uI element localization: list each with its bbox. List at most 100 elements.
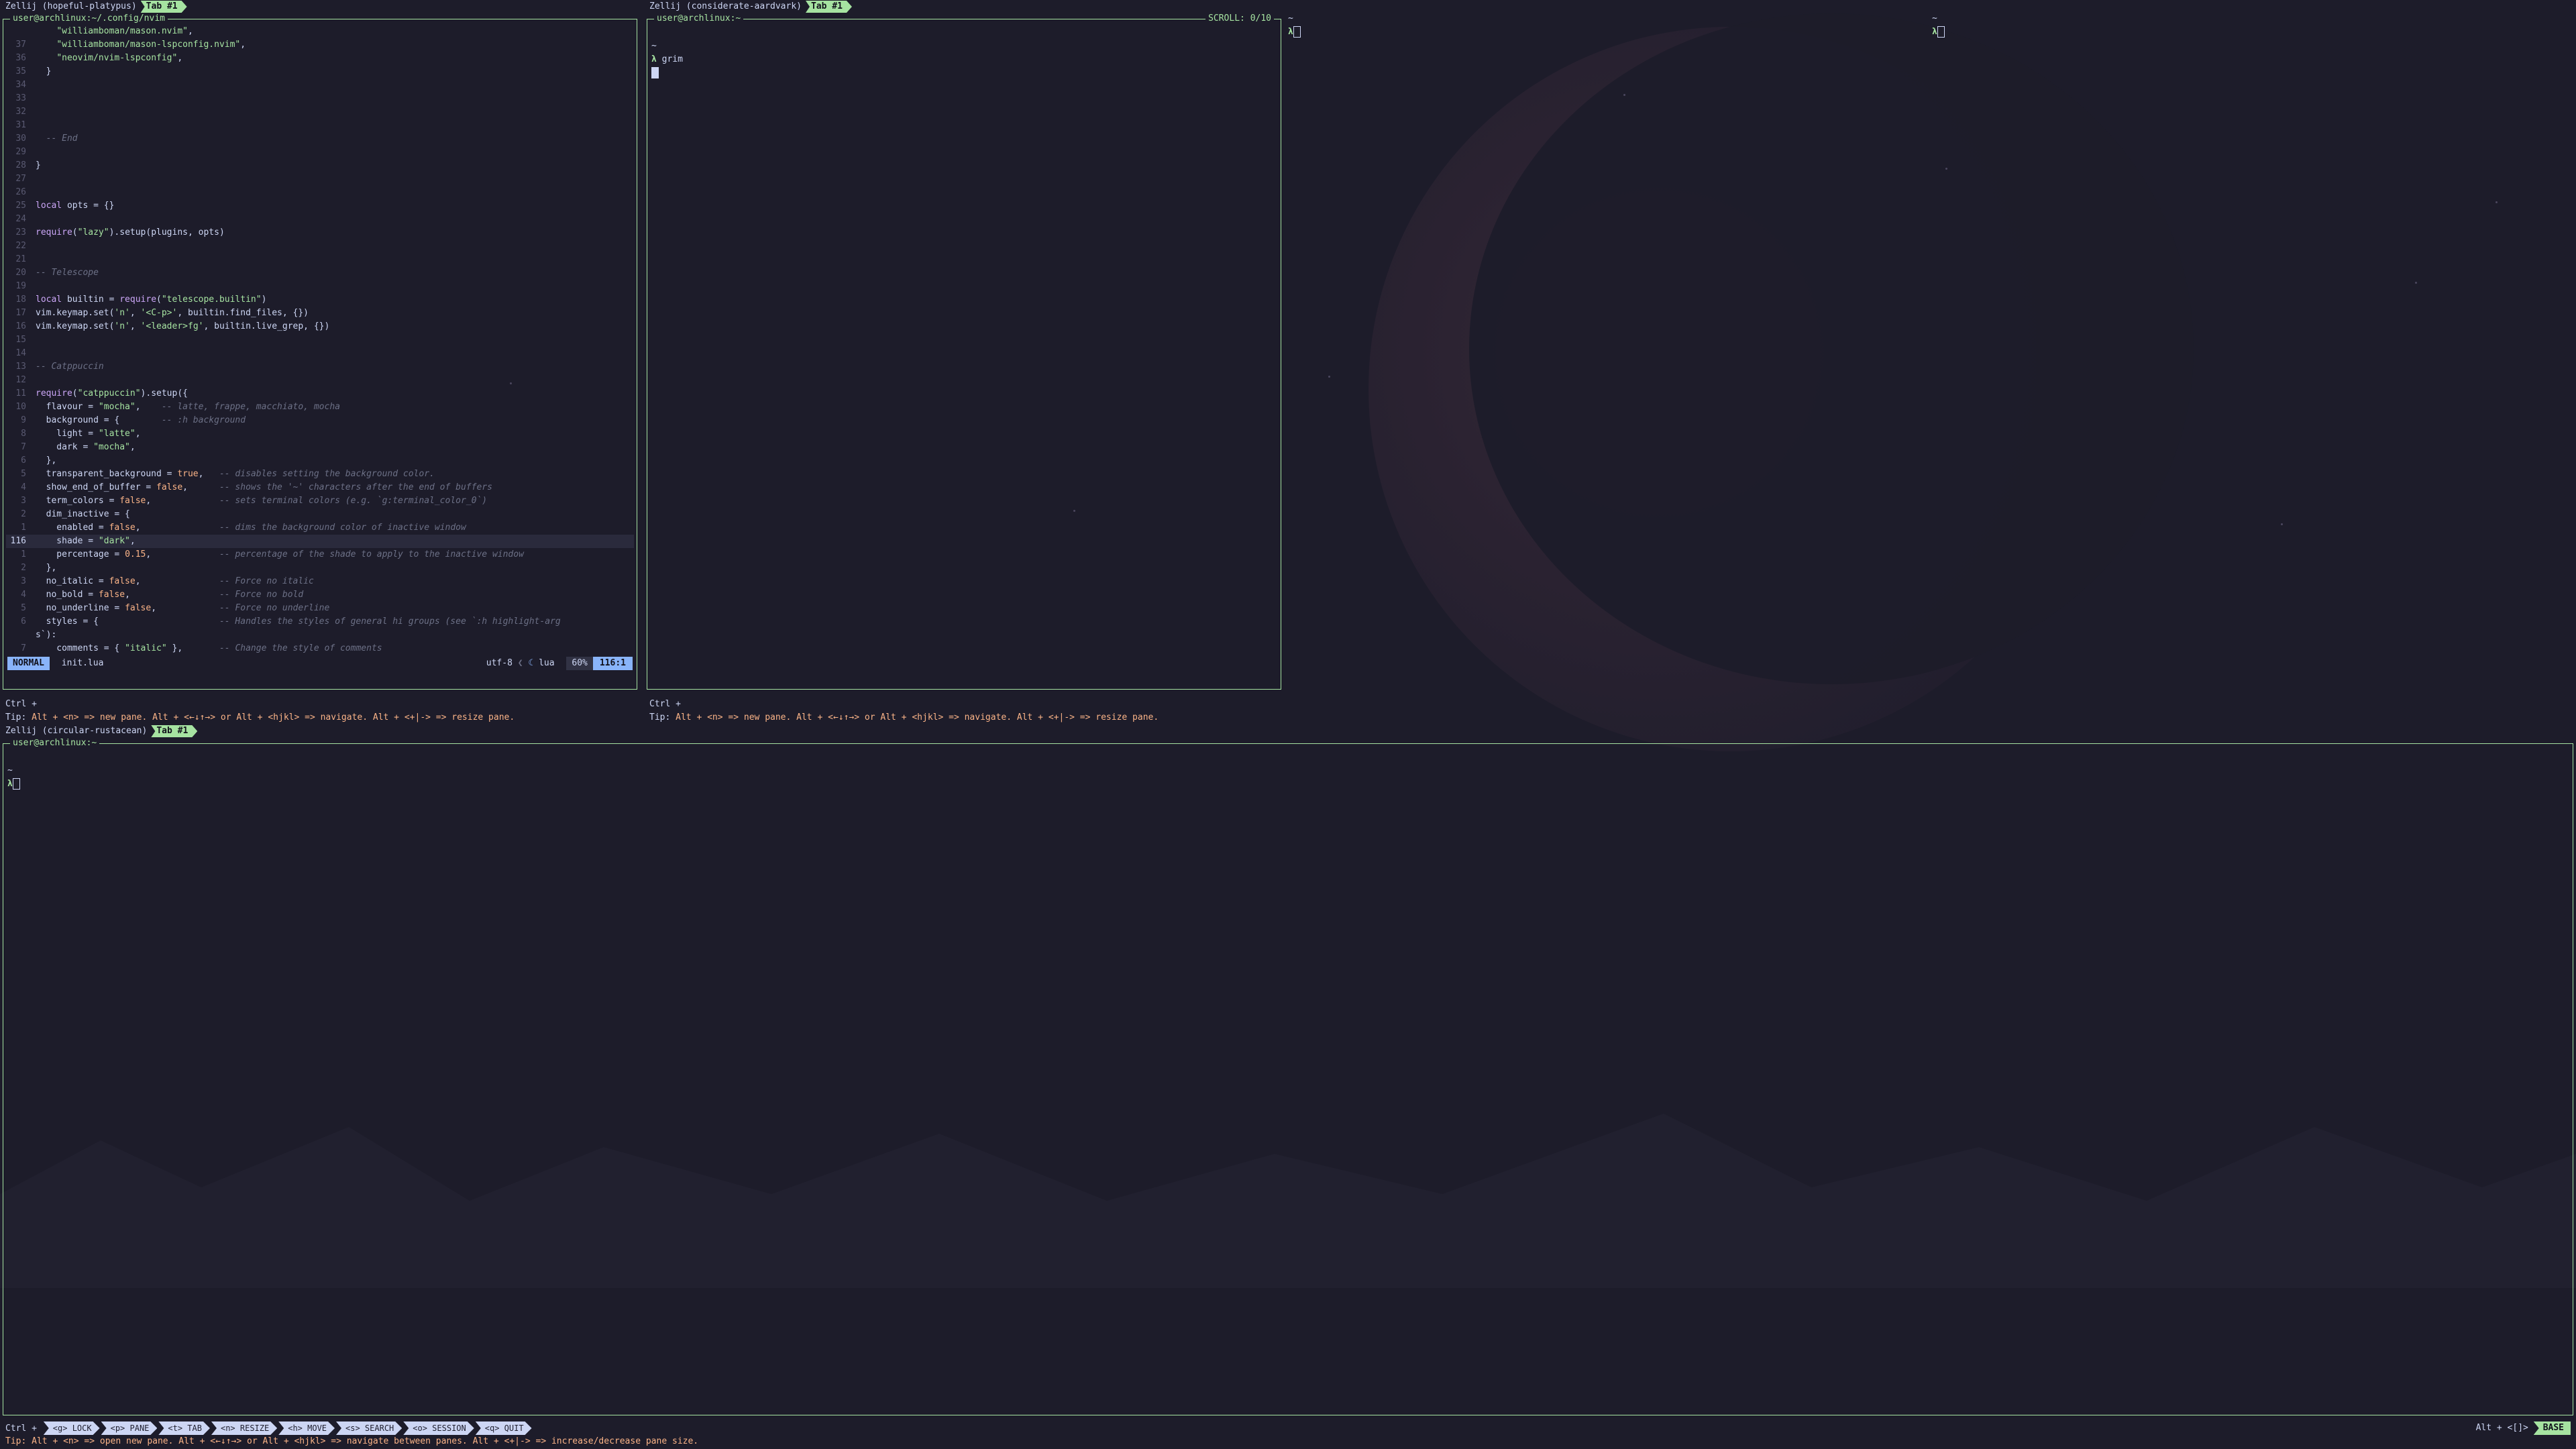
prompt-cwd: ~ (651, 41, 657, 51)
grim-pane[interactable]: user@archlinux:~ SCROLL: 0/10 ~ λ grim (647, 13, 1281, 690)
line-number: 3 (21, 496, 26, 506)
line-number: 6 (21, 455, 26, 466)
prompt-lambda-icon: λ (7, 779, 13, 789)
line-text: no_italic = false, -- Force no italic (36, 576, 314, 586)
line-text: dark = "mocha", (36, 442, 136, 452)
line-number: 8 (21, 429, 26, 439)
keybar-pane[interactable]: <p> PANE (101, 1421, 158, 1435)
pane-title: user@archlinux:~/.config/nvim (10, 13, 168, 24)
prompt-line[interactable]: λ (7, 777, 20, 791)
line-number: 18 (15, 294, 26, 305)
prompt-line-right-a[interactable]: λ (1288, 25, 1301, 39)
code-line: 4 no_bold = false, -- Force no bold (6, 588, 634, 602)
nvim-pane[interactable]: user@archlinux:~/.config/nvim "williambo… (3, 13, 637, 690)
line-text: -- End (36, 133, 78, 144)
code-line: 5 no_underline = false, -- Force no unde… (6, 602, 634, 615)
code-line: 32 (6, 105, 634, 119)
code-line: 22 (6, 239, 634, 253)
session-tab[interactable]: Tab #1 (151, 725, 197, 737)
line-number: 25 (15, 201, 26, 211)
line-text: } (36, 66, 52, 76)
tip-text: Alt + <n> => new pane. Alt + <←↓↑→> or A… (676, 712, 1159, 722)
code-line: 30 -- End (6, 132, 634, 146)
bottom-shell-pane[interactable]: user@archlinux:~ ~ λ (3, 738, 2573, 1415)
code-line: 116 shade = "dark", (6, 535, 634, 548)
line-number: 29 (15, 147, 26, 157)
keybar-tab[interactable]: <t> TAB (158, 1421, 210, 1435)
line-number: 7 (21, 442, 26, 452)
code-line: 8 light = "latte", (6, 427, 634, 441)
line-text: vim.keymap.set('n', '<leader>fg', builti… (36, 321, 330, 331)
line-number: 21 (15, 254, 26, 264)
session-tab[interactable]: Tab #1 (141, 1, 187, 13)
line-number: 5 (21, 469, 26, 479)
filetype: lua (539, 658, 555, 668)
line-number: 19 (15, 281, 26, 291)
line-text: transparent_background = true, -- disabl… (36, 469, 435, 479)
line-number: 30 (15, 133, 26, 144)
tip-prefix: Tip: (5, 712, 32, 722)
line-number: 17 (15, 308, 26, 318)
base-mode-indicator: BASE (2533, 1421, 2571, 1435)
editor-buffer[interactable]: "williamboman/mason.nvim", 3 7 "williambom… (6, 25, 634, 662)
line-number: 12 (15, 375, 26, 385)
code-line: 33 (6, 92, 634, 105)
line-text: local builtin = require("telescope.built… (36, 294, 267, 305)
cursor-block (651, 67, 659, 78)
tip-prefix: Tip: (649, 712, 676, 722)
line-text: } (36, 160, 41, 170)
pane-title: user@archlinux:~ (654, 13, 744, 24)
line-number: 4 (21, 482, 26, 492)
code-line: 16 vim.keymap.set('n', '<leader>fg', buil… (6, 320, 634, 333)
ctrl-label: Ctrl + (5, 699, 37, 709)
scroll-indicator: SCROLL: 0/10 (1205, 13, 1274, 24)
line-number: 116 (10, 536, 26, 546)
line-text: "williamboman/mason-lspconfig.nvim", (56, 40, 246, 50)
session-name: Zellij (hopeful-platypus) (5, 1, 137, 11)
session-tab[interactable]: Tab #1 (806, 1, 852, 13)
keybar-resize[interactable]: <n> RESIZE (211, 1421, 277, 1435)
prompt-cwd: ~ (7, 765, 13, 775)
session-header-bottom: Zellij (circular-rustacean) Tab #1 (5, 725, 197, 737)
keybar-quit[interactable]: <q> QUIT (476, 1421, 532, 1435)
prompt-line: λ grim (651, 53, 683, 66)
swap-layout-hint: Alt + <[]> (2475, 1423, 2528, 1433)
code-line: 26 (6, 186, 634, 199)
code-line: 7 comments = { "italic" }, -- Change the… (6, 642, 634, 655)
code-line: 10 flavour = "mocha", -- latte, frappe, … (6, 400, 634, 414)
tip-line-top-right: Tip: Alt + <n> => new pane. Alt + <←↓↑→>… (649, 712, 1159, 724)
line-number: 26 (15, 187, 26, 197)
prompt-cwd-right-b: ~ (1932, 13, 1937, 23)
background-star (2415, 282, 2417, 284)
code-line: 9 background = { -- :h background (6, 414, 634, 427)
code-line: 35 } (6, 65, 634, 78)
ctrl-label: Ctrl + (649, 699, 681, 709)
scroll-percent: 60% (566, 657, 593, 670)
prompt-line-right-b[interactable]: λ (1932, 25, 1945, 39)
code-line: 36 "neovim/nvim-lspconfig", (6, 52, 634, 65)
line-number: 6 (21, 616, 26, 627)
keybar-move[interactable]: <h> MOVE (278, 1421, 335, 1435)
cursor-position: 116:1 (592, 657, 633, 670)
lua-icon: ☾ (528, 658, 534, 668)
session-name: Zellij (considerate-aardvark) (649, 1, 802, 11)
code-line: 17 vim.keymap.set('n', '<C-p>', builtin.f… (6, 307, 634, 320)
line-number: 10 (15, 402, 26, 412)
background-star (1945, 168, 1947, 170)
line-text: }, (36, 563, 57, 573)
tip-line-bottom: Tip: Alt + <n> => open new pane. Alt + <… (5, 1436, 698, 1448)
keybar-session[interactable]: <o> SESSION (403, 1421, 474, 1435)
code-line: s`): (6, 629, 634, 642)
line-text: require("catppuccin").setup({ (36, 388, 188, 398)
line-number: 13 (15, 362, 26, 372)
separator-icon: ❮ (517, 658, 529, 668)
code-line: 7 dark = "mocha", (6, 441, 634, 454)
code-line: "williamboman/mason.nvim", (6, 25, 634, 38)
terminal-cursor[interactable] (651, 66, 659, 80)
line-text: show_end_of_buffer = false, -- shows the… (36, 482, 492, 492)
zellij-keybar-bottom: Ctrl + <g> LOCK <p> PANE <t> TAB <n> RESIZE… (5, 1421, 2571, 1435)
ctrl-label: Ctrl + (5, 1424, 37, 1434)
keybar-search[interactable]: <s> SEARCH (336, 1421, 402, 1435)
keybar-lock[interactable]: <g> LOCK (44, 1421, 100, 1435)
mode-indicator: NORMAL (7, 657, 50, 670)
